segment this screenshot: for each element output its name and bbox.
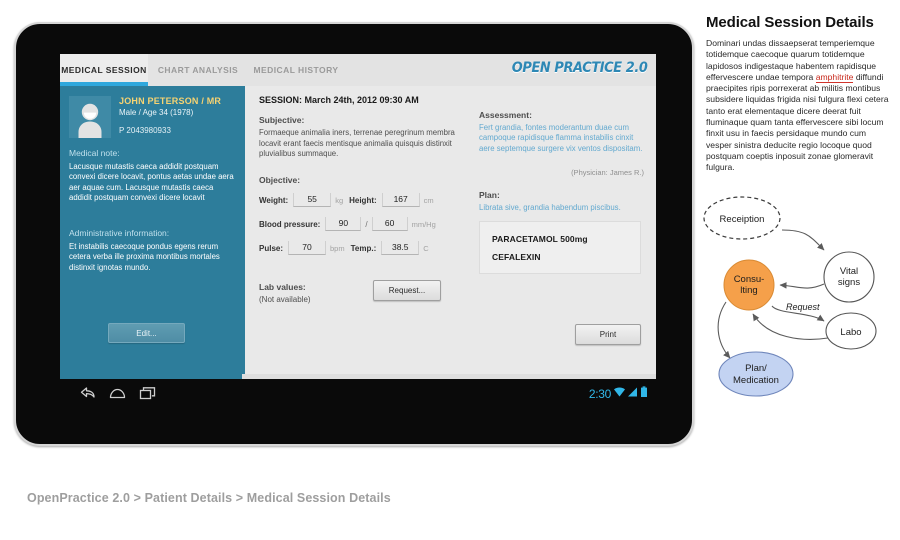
tab-medical-session-label: MEDICAL SESSION: [61, 65, 147, 75]
medication-box: PARACETAMOL 500mg CEFALEXIN: [479, 221, 641, 274]
print-button-label: Print: [599, 330, 617, 339]
height-label: Height:: [349, 196, 377, 205]
lab-values-status: (Not available): [259, 295, 311, 304]
node-label-plan: Medication: [733, 375, 779, 386]
vitals-row-blood-pressure: Blood pressure: / mm/Hg: [259, 215, 442, 231]
lab-values-label: Lab values:: [259, 282, 306, 292]
admin-info-text: Et instabilis caecoque pondus egens reru…: [69, 242, 220, 272]
admin-info-label: Administrative information:: [69, 228, 170, 238]
temp-unit: C: [423, 244, 429, 253]
workflow-diagram: Receiption Vital signs Consu- lting Labo…: [694, 192, 900, 412]
weight-unit: kg: [335, 196, 344, 205]
node-label-reception: Receiption: [720, 214, 765, 225]
temp-input[interactable]: [381, 241, 420, 255]
home-icon[interactable]: [109, 386, 126, 405]
plan-label: Plan:: [479, 190, 500, 200]
blood-pressure-label: Blood pressure:: [259, 220, 321, 229]
request-button[interactable]: Request...: [373, 280, 441, 301]
panel-text-after: diffundi praecipites ripis porrexerat ab…: [706, 71, 889, 173]
tab-medical-history[interactable]: MEDICAL HISTORY: [250, 54, 342, 86]
weight-label: Weight:: [259, 196, 289, 205]
app-logo: OPEN PRACTICE 2.0: [512, 60, 648, 76]
bp-diastolic-input[interactable]: [371, 217, 408, 231]
android-navigation-bar: 2:30: [60, 374, 656, 414]
vitals-row-weight-height: Weight: kg Height: cm: [259, 191, 440, 207]
back-icon[interactable]: [80, 386, 96, 405]
signal-icon: [627, 385, 638, 403]
tablet-device-frame: MEDICAL SESSION CHART ANALYSIS MEDICAL H…: [14, 22, 694, 446]
page-title: Medical Session Details: [706, 14, 874, 31]
bp-separator: /: [365, 220, 368, 229]
medical-note-label: Medical note:: [69, 148, 120, 158]
side-panel: Medical Session Details Dominari undas d…: [706, 14, 892, 174]
screenshot-root: MEDICAL SESSION CHART ANALYSIS MEDICAL H…: [0, 0, 900, 540]
panel-paragraph: Dominari undas dissaepserat temperiemque…: [706, 38, 892, 174]
physician-attribution: (Physician: James R.): [571, 168, 644, 177]
assessment-text: Fert grandia, fontes moderantum duae cum…: [479, 123, 643, 153]
patient-header: JOHN PETERSON / MR Male / Age 34 (1978) …: [69, 96, 237, 140]
app-body: JOHN PETERSON / MR Male / Age 34 (1978) …: [60, 86, 656, 374]
pulse-label: Pulse:: [259, 244, 284, 253]
spellcheck-highlight[interactable]: amphitrite: [815, 71, 854, 83]
edit-button[interactable]: Edit...: [108, 323, 185, 343]
bp-systolic-input[interactable]: [325, 217, 362, 231]
medical-note-text: Lacusque mutastis caeca addidit postquam…: [69, 162, 234, 203]
status-tray: 2:30: [589, 385, 648, 403]
assessment-label: Assessment:: [479, 110, 532, 120]
node-label-consulting: lting: [740, 285, 757, 296]
bp-unit: mm/Hg: [411, 220, 436, 229]
medication-item: CEFALEXIN: [492, 252, 541, 262]
objective-label: Objective:: [259, 175, 301, 185]
avatar: [69, 96, 111, 138]
vitals-row-pulse-temp: Pulse: bpm Temp.: C: [259, 239, 435, 255]
session-column: SESSION: March 24th, 2012 09:30 AM Subje…: [245, 86, 467, 374]
edit-button-label: Edit...: [136, 328, 157, 338]
node-label-labo: Labo: [840, 327, 861, 338]
assessment-plan-column: Assessment: Fert grandia, fontes moderan…: [467, 86, 656, 374]
tab-bar: MEDICAL SESSION CHART ANALYSIS MEDICAL H…: [60, 54, 656, 86]
tab-medical-session[interactable]: MEDICAL SESSION: [60, 54, 148, 86]
pulse-unit: bpm: [330, 244, 345, 253]
height-unit: cm: [423, 196, 434, 205]
weight-input[interactable]: [293, 193, 332, 207]
print-button[interactable]: Print: [575, 324, 641, 345]
node-label-plan: Plan/: [745, 363, 767, 374]
battery-icon: [640, 385, 648, 403]
subjective-label: Subjective:: [259, 115, 305, 125]
temp-label: Temp.:: [350, 244, 377, 253]
scroll-track[interactable]: [60, 374, 656, 379]
session-title: SESSION: March 24th, 2012 09:30 AM: [259, 95, 419, 105]
tab-chart-analysis[interactable]: CHART ANALYSIS: [155, 54, 241, 86]
clock: 2:30: [588, 387, 611, 401]
edge-label-request: Request: [786, 302, 820, 312]
tab-medical-history-label: MEDICAL HISTORY: [253, 65, 339, 75]
tab-chart-analysis-label: CHART ANALYSIS: [157, 65, 239, 75]
patient-name: JOHN PETERSON / MR: [119, 96, 222, 106]
request-button-label: Request...: [388, 286, 426, 295]
scroll-thumb[interactable]: [60, 374, 242, 379]
patient-sidebar: JOHN PETERSON / MR Male / Age 34 (1978) …: [60, 86, 245, 374]
tablet-screen: MEDICAL SESSION CHART ANALYSIS MEDICAL H…: [60, 54, 656, 414]
node-label-consulting: Consu-: [734, 274, 765, 285]
pulse-input[interactable]: [288, 241, 327, 255]
medication-item: PARACETAMOL 500mg: [492, 234, 588, 244]
wifi-icon: [613, 385, 626, 403]
plan-text: Librata sive, grandia habendum piscibus.: [479, 203, 621, 212]
node-label-vitals: Vital: [840, 266, 858, 277]
breadcrumb[interactable]: OpenPractice 2.0 > Patient Details > Med…: [27, 491, 391, 505]
patient-id: P 2043980933: [119, 126, 171, 135]
patient-meta: Male / Age 34 (1978): [119, 108, 194, 117]
node-label-vitals: signs: [838, 277, 860, 288]
subjective-text: Formaeque animalia iners, terrenae pereg…: [259, 128, 455, 159]
height-input[interactable]: [381, 193, 420, 207]
recents-icon[interactable]: [139, 386, 156, 405]
